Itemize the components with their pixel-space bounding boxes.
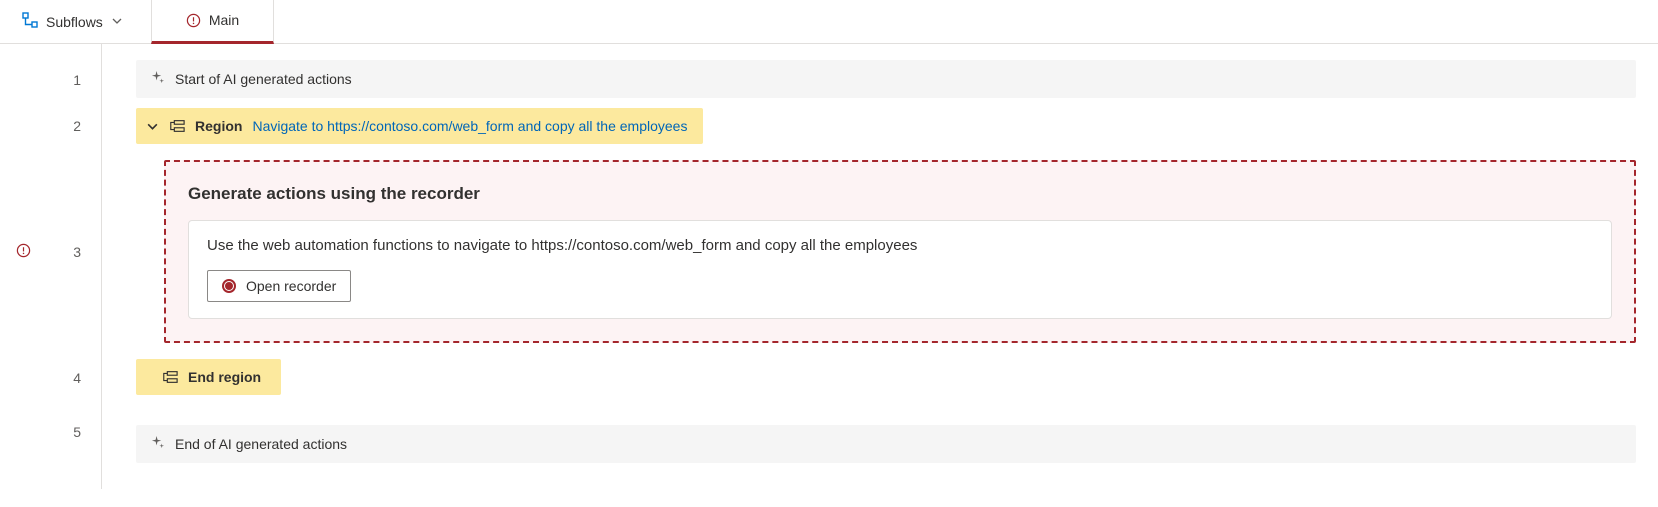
error-icon (186, 13, 201, 28)
action-row-comment[interactable]: Start of AI generated actions (136, 60, 1636, 98)
chevron-down-icon[interactable] (146, 120, 159, 133)
tabs-bar: Subflows Main (0, 0, 1658, 44)
open-recorder-button[interactable]: Open recorder (207, 270, 351, 302)
action-row-comment[interactable]: End of AI generated actions (136, 425, 1636, 463)
error-icon (16, 243, 31, 261)
region-icon (169, 119, 185, 133)
recorder-inner: Use the web automation functions to navi… (188, 220, 1612, 319)
comment-text: End of AI generated actions (175, 436, 347, 452)
chevron-down-icon (111, 14, 123, 30)
workspace: 1 2 3 4 5 Start of AI generated actions (0, 44, 1658, 489)
line-number: 1 (0, 60, 101, 100)
recorder-placeholder: Generate actions using the recorder Use … (164, 160, 1636, 343)
action-row-end-region[interactable]: End region (136, 359, 1636, 395)
region-label: Region (195, 118, 242, 134)
region-icon (162, 370, 178, 384)
record-icon (222, 279, 236, 293)
end-region-label: End region (188, 369, 261, 385)
action-row-recorder: Generate actions using the recorder Use … (136, 160, 1636, 343)
line-number: 5 (0, 404, 101, 460)
subflows-label: Subflows (46, 14, 103, 30)
recorder-description: Use the web automation functions to navi… (207, 237, 1593, 254)
recorder-title: Generate actions using the recorder (188, 184, 1612, 204)
subflows-icon (22, 12, 38, 31)
comment-text: Start of AI generated actions (175, 71, 352, 87)
line-gutter: 1 2 3 4 5 (0, 44, 102, 489)
action-row-region[interactable]: Region Navigate to https://contoso.com/w… (136, 108, 1636, 144)
tab-main[interactable]: Main (151, 0, 274, 44)
subflows-dropdown[interactable]: Subflows (10, 0, 135, 44)
sparkle-icon (150, 435, 165, 453)
sparkle-icon (150, 70, 165, 88)
open-recorder-label: Open recorder (246, 278, 336, 294)
line-number: 4 (0, 352, 101, 404)
region-description: Navigate to https://contoso.com/web_form… (252, 118, 687, 134)
flow-area: Start of AI generated actions Region Nav… (102, 44, 1658, 489)
line-number: 2 (0, 100, 101, 152)
tab-main-label: Main (209, 12, 239, 28)
line-number: 3 (0, 152, 101, 352)
